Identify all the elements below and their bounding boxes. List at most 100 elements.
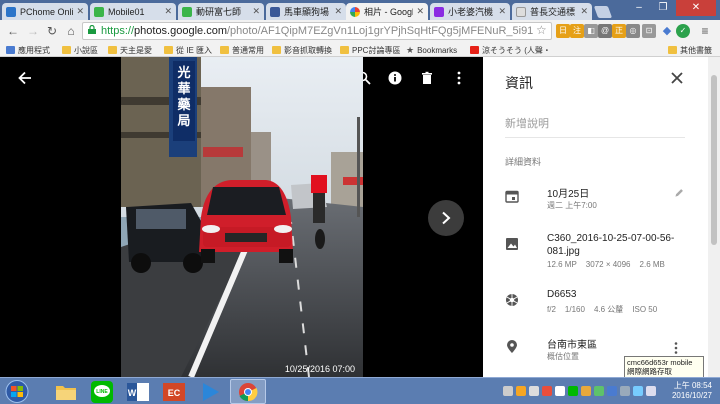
network-icon[interactable] — [633, 386, 643, 396]
tab-title: 馬車顯狗場 — [284, 7, 330, 17]
extension-icon[interactable]: @ — [598, 24, 612, 38]
bookmark-item[interactable]: 從 IE 匯入 — [164, 44, 212, 56]
checkmark-icon[interactable]: ✓ — [676, 24, 690, 38]
bookmark-item[interactable]: 小說區 — [62, 44, 98, 56]
reload-icon[interactable]: ↻ — [44, 23, 60, 39]
clock-time: 上午 08:54 — [673, 381, 712, 390]
extension-icon[interactable]: ⊡ — [642, 24, 656, 38]
focal-length: 4.6 公釐 — [593, 305, 624, 314]
bookmark-item[interactable]: 涼そうそう (人聲・ — [470, 44, 551, 56]
tab-car-forum[interactable]: 小老婆汽機 ✕ — [430, 3, 510, 20]
close-icon[interactable] — [670, 71, 684, 85]
scrollbar[interactable] — [708, 57, 720, 377]
edit-icon[interactable] — [674, 188, 684, 198]
tray-icon[interactable] — [607, 386, 617, 396]
date-row: 10月25日 週二 上午7:00 — [483, 185, 708, 219]
tab-title: 相片 - Google — [364, 7, 413, 17]
folder-icon — [108, 46, 117, 54]
windows-taskbar: LINE W EC 上午 08:54 2016/10/27 — [0, 377, 720, 404]
close-icon[interactable]: ✕ — [580, 6, 588, 17]
address-bar[interactable]: https://photos.google.com/photo/AF1QipM7… — [82, 22, 552, 40]
extension-icon[interactable]: 日 — [556, 24, 570, 38]
bookmark-label: 從 IE 匯入 — [176, 45, 213, 55]
bookmark-item[interactable]: 普通常用 — [220, 44, 264, 56]
more-options-icon[interactable] — [672, 342, 680, 354]
info-icon[interactable] — [386, 69, 404, 87]
tray-clock[interactable]: 上午 08:54 2016/10/27 — [664, 381, 712, 401]
more-options-icon[interactable] — [450, 69, 468, 87]
svg-text:EC: EC — [168, 388, 181, 398]
tray-icon[interactable] — [503, 386, 513, 396]
media-player-taskbar-button[interactable] — [192, 379, 228, 404]
photo-image[interactable]: 光華藥局 — [121, 57, 363, 377]
tray-icon[interactable] — [555, 386, 565, 396]
calendar-icon — [505, 190, 519, 203]
next-photo-button[interactable] — [428, 200, 464, 236]
close-icon[interactable]: ✕ — [334, 6, 342, 17]
tray-icon[interactable] — [594, 386, 604, 396]
location-accuracy: 概估位置 — [547, 352, 579, 361]
forward-icon[interactable]: → — [25, 23, 41, 39]
aperture-icon — [506, 294, 518, 306]
close-icon[interactable]: ✕ — [76, 6, 84, 17]
tab-facebook[interactable]: 馬車顯狗場 ✕ — [266, 3, 346, 20]
file-explorer-taskbar-button[interactable] — [48, 379, 84, 404]
bookmark-star-icon[interactable]: ☆ — [536, 23, 547, 37]
bookmark-item[interactable]: ★ Bookmarks — [406, 44, 457, 56]
chrome-taskbar-button[interactable] — [230, 379, 266, 404]
dropbox-icon[interactable]: ◆ — [660, 24, 674, 38]
tray-icon[interactable] — [620, 386, 630, 396]
street-photo-illustration — [121, 57, 363, 377]
bookmark-item[interactable]: 其他書籤 — [668, 44, 712, 56]
time-value: 週二 上午7:00 — [547, 201, 597, 210]
tray-icon[interactable] — [542, 386, 552, 396]
tray-icon[interactable] — [581, 386, 591, 396]
new-tab-button[interactable] — [593, 6, 613, 18]
close-icon[interactable]: ✕ — [498, 6, 506, 17]
word-taskbar-button[interactable]: W — [120, 379, 156, 404]
powerpoint-taskbar-button[interactable]: EC — [156, 379, 192, 404]
tab-traffic[interactable]: 普長交通標 ✕ — [512, 3, 592, 20]
tray-line-icon[interactable] — [568, 386, 578, 396]
window-close-icon[interactable]: ✕ — [676, 0, 716, 16]
minimize-icon[interactable]: – — [628, 0, 650, 16]
volume-icon[interactable] — [646, 386, 656, 396]
bookmark-item[interactable]: 影音抓取轉換 — [272, 44, 332, 56]
menu-icon[interactable]: ≡ — [698, 24, 712, 38]
file-name: C360_2016-10-25-07-00-56- — [547, 233, 675, 244]
extension-icon[interactable]: 正 — [612, 24, 626, 38]
line-taskbar-button[interactable]: LINE — [84, 379, 120, 404]
scrollbar-thumb[interactable] — [711, 75, 717, 245]
extension-icon[interactable]: 注 — [570, 24, 584, 38]
line-icon: LINE — [91, 380, 113, 403]
back-icon[interactable]: ← — [5, 23, 21, 39]
start-button[interactable] — [4, 379, 30, 404]
close-icon[interactable]: ✕ — [252, 6, 260, 17]
extension-icon[interactable]: ◧ — [584, 24, 598, 38]
tab-pchome[interactable]: PChome Online ✕ — [2, 3, 88, 20]
extension-icon[interactable]: ◎ — [626, 24, 640, 38]
tray-icon[interactable] — [516, 386, 526, 396]
tray-icon[interactable] — [529, 386, 539, 396]
description-input[interactable]: 新增說明 — [505, 115, 549, 131]
bookmark-item[interactable]: PPC討論專區 — [340, 44, 400, 56]
bookmark-label: 普通常用 — [232, 45, 264, 55]
tab-google-photos[interactable]: 相片 - Google ✕ — [346, 3, 428, 20]
close-icon[interactable]: ✕ — [416, 6, 424, 17]
bookmark-label: 其他書籤 — [680, 45, 712, 55]
close-icon[interactable]: ✕ — [164, 6, 172, 17]
bookmark-item[interactable]: 天主是愛 — [108, 44, 152, 56]
trash-icon[interactable] — [418, 69, 436, 87]
divider — [505, 137, 685, 138]
bookmark-label: 天主是愛 — [120, 45, 152, 55]
location-name: 台南市東區 — [547, 340, 597, 351]
back-arrow-icon[interactable] — [16, 69, 34, 87]
home-icon[interactable]: ⌂ — [63, 23, 79, 39]
tab-mobile01[interactable]: Mobile01 ✕ — [90, 3, 176, 20]
tab-forum[interactable]: 動研富七師 ✕ — [178, 3, 264, 20]
photo-timestamp: 10/25/2016 07:00 — [284, 364, 355, 374]
bookmark-item[interactable]: 應用程式 — [6, 44, 50, 56]
maximize-icon[interactable]: ❐ — [652, 0, 674, 16]
file-row: C360_2016-10-25-07-00-56- 081.jpg 12.6 M… — [483, 233, 708, 273]
shutter-speed: 1/160 — [564, 305, 585, 314]
